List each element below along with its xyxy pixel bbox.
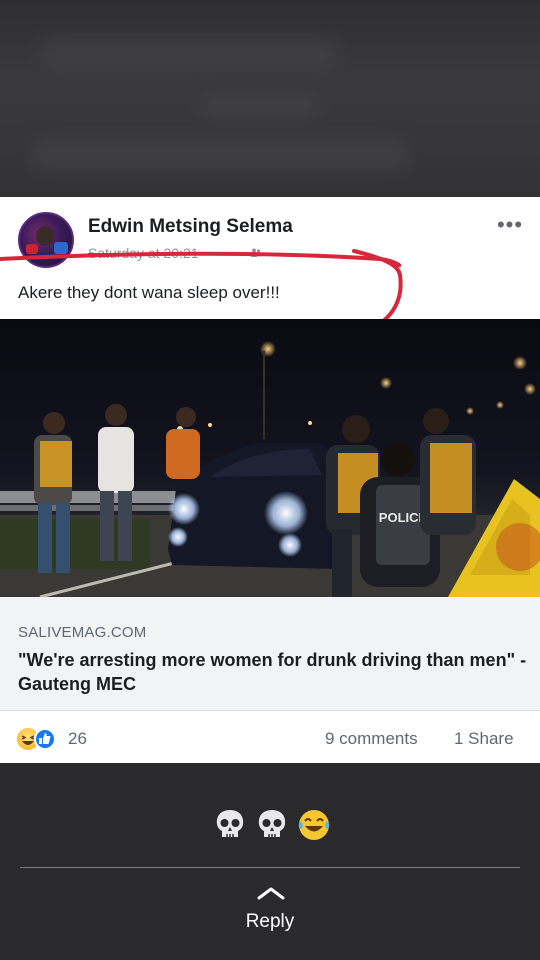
friends-icon	[250, 248, 262, 257]
author-name[interactable]: Edwin Metsing Selema	[88, 216, 293, 238]
reply-area: Reply	[0, 763, 540, 960]
divider	[20, 867, 520, 868]
skull-icon	[258, 810, 286, 837]
more-dots-icon[interactable]: •••	[496, 214, 524, 239]
post-card: Edwin Metsing Selema Saturday at 20:21 •…	[0, 197, 540, 763]
post-timestamp[interactable]: Saturday at 20:21	[88, 245, 199, 261]
reaction-count[interactable]: 26	[68, 729, 87, 749]
chevron-up-icon[interactable]	[256, 885, 286, 901]
share-count[interactable]: 1 Share	[454, 729, 514, 749]
link-preview[interactable]: SALIVEMAG.COM "We're arresting more wome…	[0, 597, 540, 711]
link-domain: SALIVEMAG.COM	[18, 624, 147, 641]
tears-of-joy-icon	[298, 810, 330, 840]
like-icon[interactable]	[34, 728, 56, 750]
reply-button[interactable]: Reply	[0, 911, 540, 933]
post-text: Akere they dont wana sleep over!!!	[18, 283, 280, 302]
link-preview-image[interactable]: POLICE	[0, 319, 540, 597]
comments-count[interactable]: 9 comments	[325, 729, 418, 749]
post-header: Edwin Metsing Selema Saturday at 20:21 •…	[0, 197, 540, 319]
skull-icon	[216, 810, 244, 837]
link-title[interactable]: "We're arresting more women for drunk dr…	[18, 648, 528, 696]
blurred-background	[0, 0, 540, 197]
police-roadblock-photo: POLICE	[0, 341, 540, 597]
engagement-bar: 26 9 comments 1 Share	[0, 711, 540, 763]
avatar[interactable]	[18, 212, 74, 268]
